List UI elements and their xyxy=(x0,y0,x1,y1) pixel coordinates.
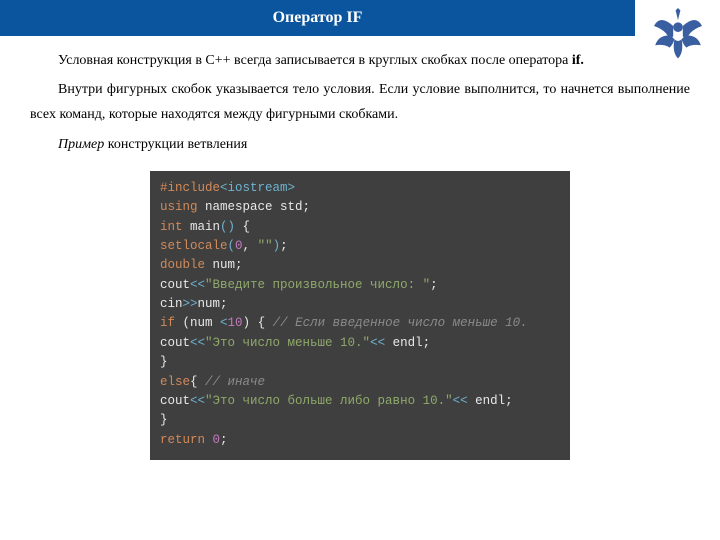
emblem-icon xyxy=(648,2,708,62)
code-line: if (num <10) { // Если введенное число м… xyxy=(160,314,560,333)
text: конструкции ветвления xyxy=(104,137,247,152)
code-line: cout<<"Введите произвольное число: "; xyxy=(160,276,560,295)
code-line: else{ // иначе xyxy=(160,373,560,392)
paragraph-1: Условная конструкция в С++ всегда записы… xyxy=(30,48,690,73)
content: Условная конструкция в С++ всегда записы… xyxy=(0,36,720,460)
code-line: cout<<"Это число меньше 10."<< endl; xyxy=(160,334,560,353)
paragraph-3: Пример конструкции ветвления xyxy=(30,132,690,157)
code-line: double num; xyxy=(160,256,560,275)
text: Условная конструкция в С++ всегда записы… xyxy=(58,53,572,68)
code-line: return 0; xyxy=(160,431,560,450)
code-line: using namespace std; xyxy=(160,198,560,217)
code-line: int main() { xyxy=(160,218,560,237)
code-line: } xyxy=(160,411,560,430)
bold-if: if. xyxy=(572,53,584,68)
code-line: setlocale(0, ""); xyxy=(160,237,560,256)
paragraph-2: Внутри фигурных скобок указывается тело … xyxy=(30,77,690,127)
code-line: } xyxy=(160,353,560,372)
header-bar: Оператор IF xyxy=(0,0,635,36)
code-block: #include<iostream> using namespace std; … xyxy=(150,171,570,460)
italic-example: Пример xyxy=(58,137,104,152)
page-title: Оператор IF xyxy=(273,9,363,27)
code-line: cin>>num; xyxy=(160,295,560,314)
code-line: cout<<"Это число больше либо равно 10."<… xyxy=(160,392,560,411)
code-line: #include<iostream> xyxy=(160,179,560,198)
